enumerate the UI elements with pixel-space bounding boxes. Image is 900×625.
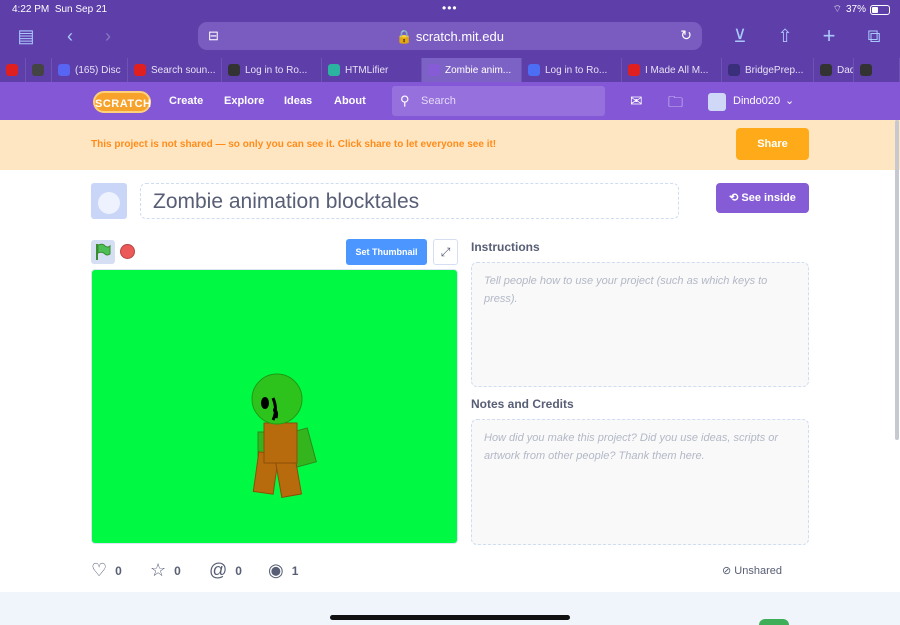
- search-input[interactable]: ⚲ Search: [392, 86, 605, 116]
- tab-favicon-icon: [6, 64, 18, 76]
- views-stat: ◉ 1: [268, 560, 299, 580]
- share-banner-message: This project is not shared — so only you…: [91, 139, 497, 150]
- tab-label: I Made All M...: [645, 64, 709, 76]
- notes-field[interactable]: How did you make this project? Did you u…: [471, 419, 809, 545]
- browser-tab[interactable]: [854, 58, 900, 82]
- address-bar[interactable]: ⊟ 🔒 scratch.mit.edu ↻: [198, 22, 702, 50]
- wifi-icon: ⌔: [832, 4, 842, 15]
- browser-tab[interactable]: Log in to Ro...: [222, 58, 322, 82]
- tab-label: Search soun...: [151, 64, 216, 76]
- forward-icon[interactable]: ›: [96, 24, 120, 48]
- tab-favicon-icon: [428, 64, 440, 76]
- nav-ideas[interactable]: Ideas: [284, 95, 312, 107]
- green-flag-button[interactable]: [91, 240, 115, 264]
- unshared-icon: ⊘: [722, 565, 732, 577]
- messages-icon[interactable]: ✉: [630, 92, 643, 110]
- scratch-logo[interactable]: SCRATCH: [93, 91, 151, 113]
- back-icon[interactable]: ‹: [58, 24, 82, 48]
- new-tab-icon[interactable]: +: [817, 24, 841, 48]
- notes-heading: Notes and Credits: [471, 397, 574, 411]
- eye-icon: ◉: [268, 560, 284, 580]
- browser-tab[interactable]: Zombie anim...: [422, 58, 522, 82]
- search-placeholder: Search: [421, 95, 456, 107]
- tab-label: Log in to Ro...: [245, 64, 308, 76]
- tab-favicon-icon: [820, 64, 832, 76]
- browser-chrome: 4:22 PM Sun Sep 21 ••• ⌔ 37% ▤ ‹ › ⊟ 🔒 s…: [0, 0, 900, 82]
- set-thumbnail-button[interactable]: Set Thumbnail: [346, 239, 427, 265]
- tab-favicon-icon: [528, 64, 540, 76]
- heart-icon: ♡: [91, 560, 108, 580]
- url-text: 🔒 scratch.mit.edu: [396, 29, 504, 44]
- reload-icon[interactable]: ↻: [680, 27, 692, 44]
- project-stage[interactable]: [91, 269, 458, 544]
- home-indicator[interactable]: [330, 615, 570, 620]
- tab-favicon-icon: [228, 64, 240, 76]
- browser-tab[interactable]: [26, 58, 52, 82]
- share-button[interactable]: Share: [736, 128, 809, 160]
- tab-favicon-icon: [628, 64, 640, 76]
- status-time: 4:22 PM Sun Sep 21: [12, 4, 108, 15]
- browser-tab[interactable]: BridgePrep...: [722, 58, 814, 82]
- browser-tab[interactable]: Log in to Ro...: [522, 58, 622, 82]
- tab-label: BridgePrep...: [745, 64, 804, 76]
- project-author-avatar[interactable]: [91, 183, 127, 219]
- project-title-input[interactable]: Zombie animation blocktales: [140, 183, 679, 219]
- tab-label: Zombie anim...: [445, 64, 512, 76]
- zombie-sprite: [251, 373, 317, 498]
- tab-favicon-icon: [860, 64, 872, 76]
- tab-favicon-icon: [728, 64, 740, 76]
- tab-label: Log in to Ro...: [545, 64, 608, 76]
- share-banner: This project is not shared — so only you…: [0, 120, 900, 170]
- sidebar-icon[interactable]: ▤: [14, 24, 38, 48]
- download-icon[interactable]: ⊻: [728, 24, 752, 48]
- nav-about[interactable]: About: [334, 95, 366, 107]
- chevron-down-icon[interactable]: ⌄: [785, 94, 794, 107]
- tab-label: Dad: [837, 64, 854, 76]
- browser-tab[interactable]: [0, 58, 26, 82]
- username[interactable]: Dindo020: [733, 95, 780, 107]
- toggle-partial[interactable]: [759, 619, 789, 625]
- see-inside-button[interactable]: ⟲ See inside: [716, 183, 809, 213]
- tab-favicon-icon: [58, 64, 70, 76]
- love-stat[interactable]: ♡ 0: [91, 560, 122, 581]
- scratch-navbar: SCRATCH Create Explore Ideas About ⚲ Sea…: [0, 82, 900, 120]
- browser-tab[interactable]: HTMLifier: [322, 58, 422, 82]
- remix-spiral-icon: @: [209, 560, 228, 580]
- instructions-field[interactable]: Tell people how to use your project (suc…: [471, 262, 809, 387]
- nav-explore[interactable]: Explore: [224, 95, 264, 107]
- instructions-heading: Instructions: [471, 240, 540, 254]
- remix-arrows-icon: ⟲: [729, 192, 739, 204]
- share-sheet-icon[interactable]: ⇧: [773, 24, 797, 48]
- tab-label: HTMLifier: [345, 64, 389, 76]
- browser-tab[interactable]: (165) Disc: [52, 58, 128, 82]
- browser-tab[interactable]: I Made All M...: [622, 58, 722, 82]
- search-icon: ⚲: [400, 93, 410, 108]
- tab-favicon-icon: [134, 64, 146, 76]
- battery-icon: [870, 4, 890, 15]
- my-stuff-icon[interactable]: 🗀: [668, 92, 683, 117]
- safari-toolbar: ▤ ‹ › ⊟ 🔒 scratch.mit.edu ↻ ⊻ ⇧ + ⧉: [0, 18, 900, 54]
- tab-favicon-icon: [32, 64, 44, 76]
- share-status: ⊘ Unshared: [722, 565, 782, 577]
- multitasking-dots[interactable]: •••: [442, 1, 458, 15]
- green-flag-icon: [96, 243, 111, 260]
- battery-indicator: ⌔ 37%: [833, 3, 890, 16]
- tabs-icon[interactable]: ⧉: [862, 24, 886, 48]
- stop-button[interactable]: [120, 244, 135, 259]
- star-icon: ☆: [150, 560, 167, 580]
- page-scrollbar[interactable]: [895, 120, 899, 440]
- avatar[interactable]: [708, 93, 726, 111]
- tab-favicon-icon: [328, 64, 340, 76]
- nav-create[interactable]: Create: [169, 95, 203, 107]
- browser-tab[interactable]: Dad: [814, 58, 854, 82]
- fullscreen-icon[interactable]: ⤢: [433, 239, 458, 265]
- tab-bar: (165) Disc Search soun... Log in to Ro... H…: [0, 58, 900, 82]
- tab-label: (165) Disc: [75, 64, 121, 76]
- browser-tab[interactable]: Search soun...: [128, 58, 222, 82]
- remix-stat: @0: [209, 560, 242, 580]
- status-bar: 4:22 PM Sun Sep 21 ••• ⌔ 37%: [0, 0, 900, 18]
- favorite-stat[interactable]: ☆ 0: [150, 560, 181, 581]
